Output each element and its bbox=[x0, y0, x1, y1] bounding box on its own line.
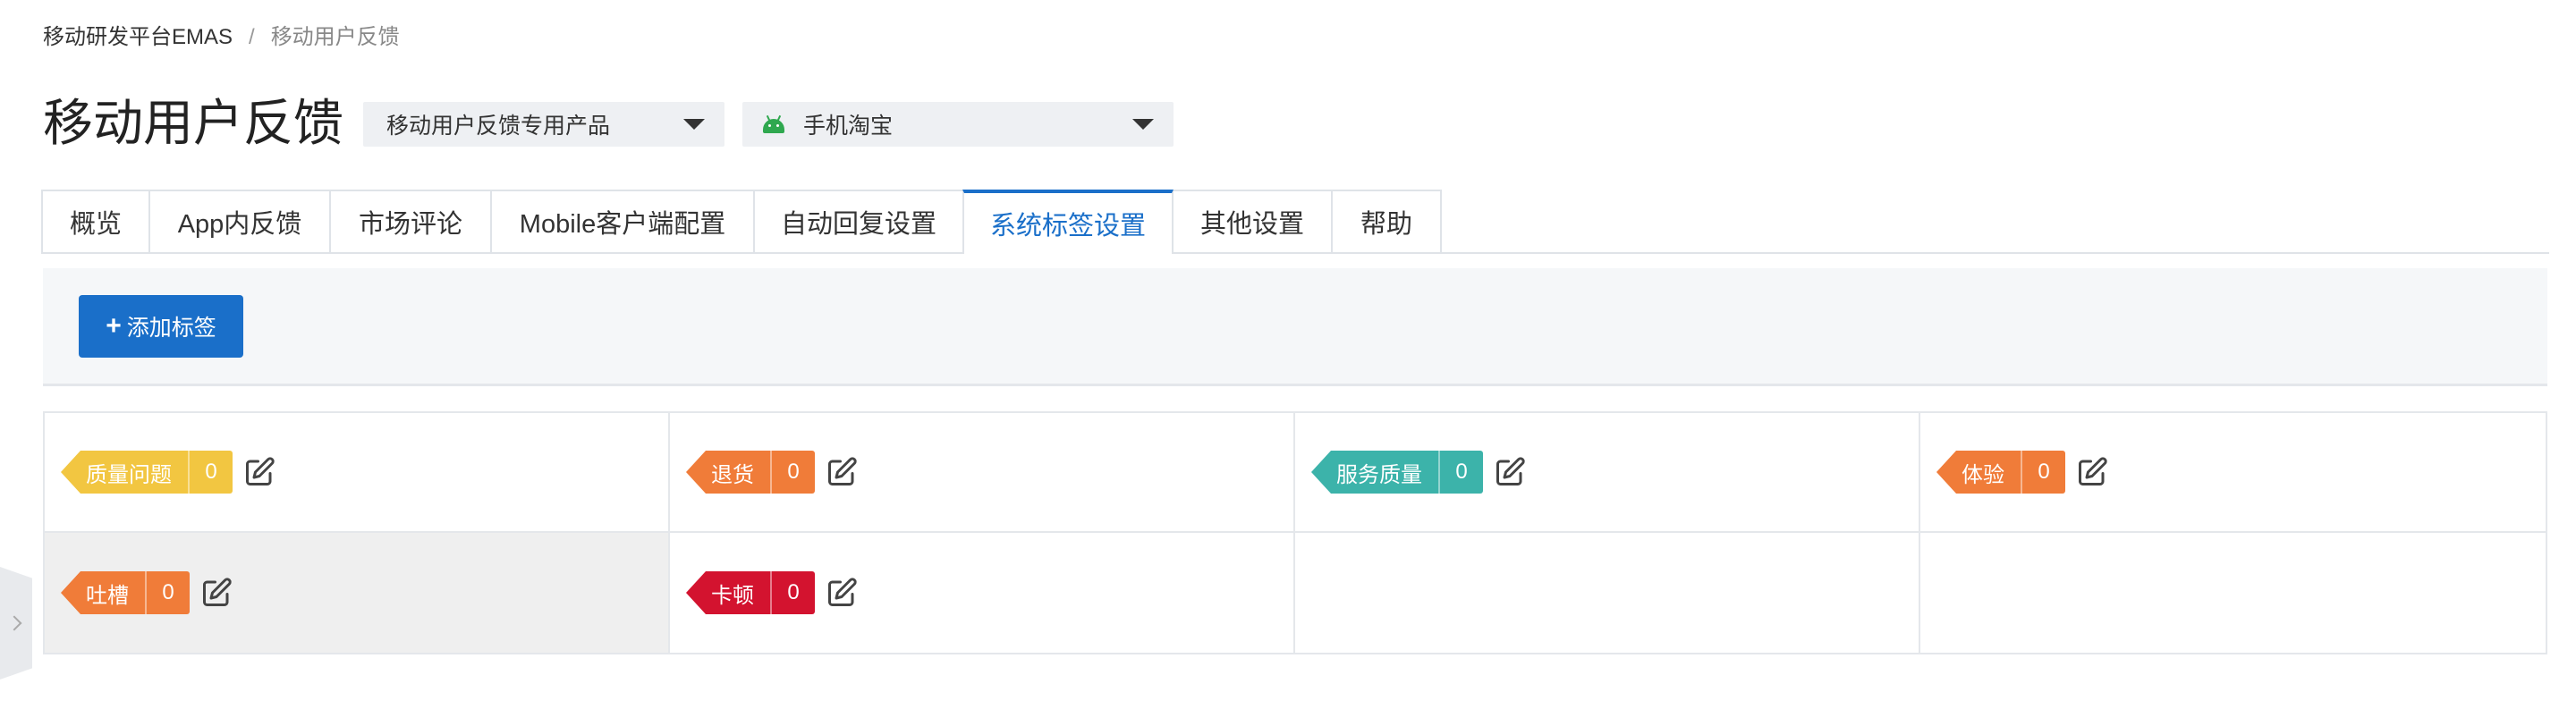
tag-name: 卡顿 bbox=[706, 571, 770, 614]
tab-market-reviews[interactable]: 市场评论 bbox=[329, 190, 492, 252]
tag-count: 0 bbox=[770, 451, 815, 494]
tag-chip-point bbox=[61, 451, 80, 494]
tag-count: 0 bbox=[2021, 451, 2065, 494]
tag-cell: 卡顿 0 bbox=[670, 533, 1295, 653]
breadcrumb-current: 移动用户反馈 bbox=[270, 25, 400, 49]
tab-help[interactable]: 帮助 bbox=[1331, 190, 1442, 252]
chevron-down-icon bbox=[683, 119, 705, 130]
tag-name: 质量问题 bbox=[80, 451, 188, 494]
android-icon bbox=[762, 114, 785, 133]
breadcrumb: 移动研发平台EMAS / 移动用户反馈 bbox=[43, 23, 400, 52]
tag-cell: 退货 0 bbox=[670, 413, 1295, 533]
tag-chip-point bbox=[686, 571, 706, 614]
tag-cell: 质量问题 0 bbox=[45, 413, 670, 533]
tag-grid: 质量问题 0 退货 0 服务质量 0 体验 0 吐槽 0 卡顿 0 bbox=[43, 411, 2547, 654]
tag-chip: 退货 0 bbox=[686, 451, 815, 494]
chevron-down-icon bbox=[1132, 119, 1154, 130]
tag-cell: 体验 0 bbox=[1920, 413, 2546, 533]
edit-icon[interactable] bbox=[826, 456, 858, 488]
product-select[interactable]: 移动用户反馈专用产品 bbox=[363, 102, 724, 147]
tag-chip-point bbox=[61, 571, 80, 614]
plus-icon: + bbox=[106, 311, 122, 341]
edit-icon[interactable] bbox=[2076, 456, 2108, 488]
tab-bar: 概览 App内反馈 市场评论 Mobile客户端配置 自动回复设置 系统标签设置… bbox=[41, 190, 2549, 254]
tag-count: 0 bbox=[188, 451, 233, 494]
empty-cell bbox=[1920, 533, 2546, 653]
tag-count: 0 bbox=[770, 571, 815, 614]
chevron-right-icon bbox=[6, 615, 22, 631]
page-title: 移动用户反馈 bbox=[43, 95, 343, 151]
tab-overview[interactable]: 概览 bbox=[41, 190, 150, 252]
tab-system-tag-settings[interactable]: 系统标签设置 bbox=[962, 190, 1174, 254]
tag-chip-point bbox=[686, 451, 706, 494]
empty-cell bbox=[1295, 533, 1920, 653]
tab-mobile-client-config[interactable]: Mobile客户端配置 bbox=[490, 190, 755, 252]
tag-name: 退货 bbox=[706, 451, 770, 494]
app-select-value: 手机淘宝 bbox=[803, 114, 894, 139]
tag-chip: 卡顿 0 bbox=[686, 571, 815, 614]
breadcrumb-root-link[interactable]: 移动研发平台EMAS bbox=[43, 23, 233, 52]
tag-chip: 服务质量 0 bbox=[1311, 451, 1483, 494]
tab-in-app-feedback[interactable]: App内反馈 bbox=[148, 190, 331, 252]
toolbar: + 添加标签 bbox=[43, 268, 2547, 386]
tag-chip: 质量问题 0 bbox=[61, 451, 233, 494]
tag-name: 吐槽 bbox=[80, 571, 145, 614]
page: 移动研发平台EMAS / 移动用户反馈 移动用户反馈 移动用户反馈专用产品 手机… bbox=[0, 0, 2576, 726]
app-select[interactable]: 手机淘宝 bbox=[742, 102, 1174, 147]
tab-other-settings[interactable]: 其他设置 bbox=[1172, 190, 1333, 252]
edit-icon[interactable] bbox=[200, 577, 233, 609]
tag-count: 0 bbox=[145, 571, 190, 614]
sidebar-expand-handle[interactable] bbox=[0, 567, 32, 680]
tab-auto-reply-settings[interactable]: 自动回复设置 bbox=[753, 190, 964, 252]
tag-name: 体验 bbox=[1956, 451, 2021, 494]
tag-chip: 吐槽 0 bbox=[61, 571, 190, 614]
edit-icon[interactable] bbox=[243, 456, 275, 488]
tag-chip: 体验 0 bbox=[1936, 451, 2065, 494]
product-select-value: 移动用户反馈专用产品 bbox=[386, 114, 611, 139]
tag-chip-point bbox=[1936, 451, 1956, 494]
tag-name: 服务质量 bbox=[1331, 451, 1438, 494]
tag-chip-point bbox=[1311, 451, 1331, 494]
add-tag-button-label: 添加标签 bbox=[126, 316, 216, 341]
edit-icon[interactable] bbox=[1494, 456, 1526, 488]
tag-cell: 服务质量 0 bbox=[1295, 413, 1920, 533]
edit-icon[interactable] bbox=[826, 577, 858, 609]
tag-count: 0 bbox=[1438, 451, 1483, 494]
tag-cell: 吐槽 0 bbox=[45, 533, 670, 653]
breadcrumb-separator: / bbox=[249, 25, 255, 49]
add-tag-button[interactable]: + 添加标签 bbox=[79, 295, 243, 358]
